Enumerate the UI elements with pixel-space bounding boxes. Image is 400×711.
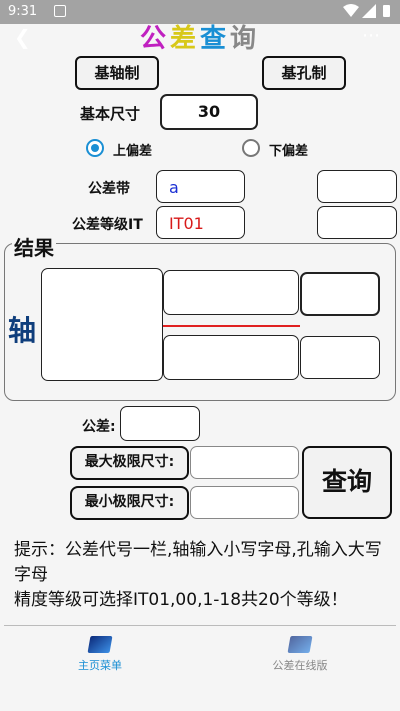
- shaft-system-button[interactable]: 基轴制: [75, 56, 159, 90]
- basic-size-label: 基本尺寸: [80, 105, 141, 123]
- tolerance-grade-result-box: [317, 206, 397, 239]
- tolerance-grade-label: 公差等级IT: [72, 217, 143, 233]
- title-char: 差: [169, 24, 200, 54]
- battery-icon: [383, 5, 390, 17]
- status-time: 9:31: [8, 4, 38, 19]
- basic-size-field[interactable]: 30: [160, 94, 258, 130]
- title-bar: ❮ 公差查询 ⋯: [0, 24, 400, 54]
- min-limit-output: [190, 486, 299, 519]
- hint-text: 提示：公差代号一栏,轴输入小写字母,孔输入大写字母 精度等级可选择IT01,00…: [14, 538, 396, 613]
- bottom-divider: [4, 625, 396, 626]
- online-version-icon: [287, 636, 313, 653]
- nav-home-label: 主页菜单: [78, 659, 122, 672]
- nav-home-menu[interactable]: 主页菜单: [40, 636, 160, 673]
- result-diagram-box: [41, 268, 163, 381]
- notification-icon: [54, 5, 66, 17]
- nav-online-version[interactable]: 公差在线版: [240, 636, 360, 673]
- tolerance-output: [120, 406, 200, 441]
- lower-value-box: [300, 336, 380, 379]
- tolerance-zone-label: 公差带: [88, 181, 130, 197]
- tolerance-zone-result-box: [317, 170, 397, 203]
- nav-online-label: 公差在线版: [272, 659, 328, 672]
- lower-result-box: [163, 335, 299, 380]
- hint-line-2: 精度等级可选择IT01,00,1-18共20个等级！: [14, 590, 348, 610]
- tolerance-zone-value: a: [169, 178, 179, 197]
- home-menu-icon: [87, 636, 113, 653]
- upper-value-box: [300, 272, 380, 316]
- query-button[interactable]: 查询: [302, 446, 392, 519]
- signal-icon: [362, 4, 376, 18]
- max-limit-label: 最大极限尺寸:: [70, 446, 189, 480]
- zero-line: [163, 325, 300, 327]
- more-menu-icon[interactable]: ⋯: [362, 25, 381, 46]
- lower-deviation-label[interactable]: 下偏差: [269, 140, 308, 159]
- result-title: 结果: [12, 232, 56, 261]
- tolerance-label: 公差:: [82, 419, 116, 435]
- max-limit-output: [190, 446, 299, 479]
- title-char: 询: [230, 24, 261, 54]
- lower-deviation-radio[interactable]: [242, 139, 260, 157]
- tolerance-grade-value: IT01: [169, 214, 204, 233]
- tolerance-grade-field[interactable]: IT01: [156, 206, 245, 239]
- hint-line-1: 提示：公差代号一栏,轴输入小写字母,孔输入大写字母: [14, 540, 382, 585]
- min-limit-label: 最小极限尺寸:: [70, 486, 189, 520]
- title-char: 公: [139, 24, 170, 54]
- page-title: 公差查询: [0, 18, 400, 55]
- upper-deviation-radio[interactable]: [86, 139, 104, 157]
- upper-deviation-label[interactable]: 上偏差: [113, 140, 152, 159]
- wifi-icon: [343, 4, 359, 17]
- tolerance-zone-field[interactable]: a: [156, 170, 245, 203]
- title-char: 查: [200, 24, 231, 54]
- upper-result-box: [163, 270, 299, 315]
- axis-label: 轴: [8, 314, 37, 347]
- hole-system-button[interactable]: 基孔制: [262, 56, 346, 90]
